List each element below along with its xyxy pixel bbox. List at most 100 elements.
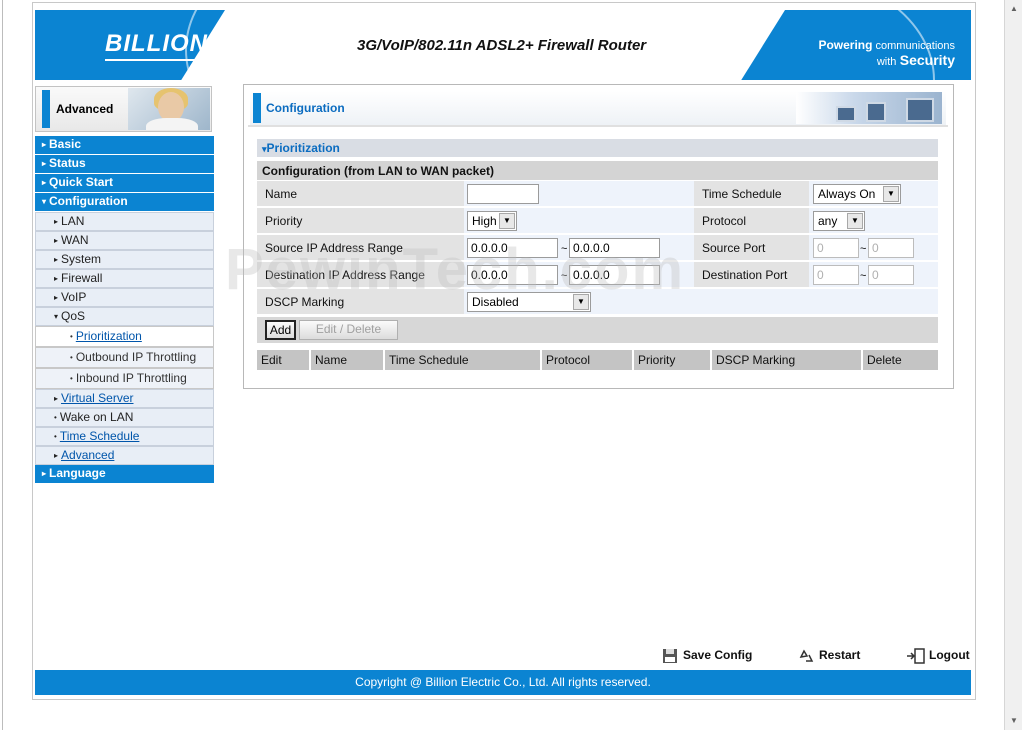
sidebar-item-inbound-ip-throttling[interactable]: • Inbound IP Throttling [35, 368, 214, 389]
priority-select[interactable]: High ▼ [467, 211, 517, 231]
triangle-right-icon: ▸ [54, 293, 59, 302]
exit-door-icon [907, 648, 925, 664]
form-row: Destination IP Address Range ~ Destinati… [257, 262, 938, 288]
form-row: Source IP Address Range ~ Source Port ~ [257, 235, 938, 261]
source-port-to-input[interactable] [868, 238, 914, 258]
triangle-right-icon: ▸ [54, 451, 59, 460]
form-actions: Add Edit / Delete [257, 317, 938, 343]
column-header: Edit [257, 350, 311, 370]
left-window-rule [2, 0, 3, 730]
sidebar-nav: ▸ Basic ▸ Status ▸ Quick Start ▾ Configurati… [35, 136, 214, 484]
sidebar-item-qos[interactable]: ▾ QoS [35, 307, 214, 326]
page-title: Configuration [266, 101, 345, 115]
sidebar-item-outbound-ip-throttling[interactable]: • Outbound IP Throttling [35, 347, 214, 368]
scroll-down-icon[interactable]: ▼ [1007, 714, 1021, 728]
sidebar-item-language[interactable]: ▸ Language [35, 465, 214, 484]
form-row: DSCP Marking Disabled ▼ [257, 289, 938, 315]
column-header: Name [311, 350, 385, 370]
restart-link[interactable]: Restart [819, 648, 860, 662]
sidebar-item-virtual-server[interactable]: ▸ Virtual Server [35, 389, 214, 408]
chevron-down-icon: ▼ [883, 186, 899, 202]
range-separator: ~ [561, 243, 568, 255]
range-separator: ~ [860, 270, 867, 282]
sidebar-item-status[interactable]: ▸ Status [35, 155, 214, 174]
sidebar-item-configuration[interactable]: ▾ Configuration [35, 193, 214, 212]
floppy-disk-icon [663, 649, 677, 663]
mode-accent-bar [42, 90, 50, 128]
form-row: Name Time Schedule Always On ▼ [257, 181, 938, 207]
source-ip-range-label: Source IP Address Range [257, 235, 464, 261]
sidebar-item-wan[interactable]: ▸ WAN [35, 231, 214, 250]
triangle-right-icon: ▸ [54, 274, 59, 283]
column-header: DSCP Marking [712, 350, 863, 370]
rules-table-header: Edit Name Time Schedule Protocol Priorit… [257, 350, 938, 370]
sidebar-item-quick-start[interactable]: ▸ Quick Start [35, 174, 214, 193]
triangle-right-icon: ▸ [54, 394, 59, 403]
dscp-marking-label: DSCP Marking [257, 289, 464, 315]
bullet-icon: • [54, 413, 57, 422]
column-header: Delete [863, 350, 938, 370]
dscp-marking-select[interactable]: Disabled ▼ [467, 292, 591, 312]
section-header[interactable]: ▾Prioritization [257, 139, 938, 157]
protocol-label: Protocol [694, 208, 809, 234]
tagline: Powering communications with Security [818, 38, 955, 68]
column-header: Protocol [542, 350, 634, 370]
sidebar-item-wake-on-lan[interactable]: • Wake on LAN [35, 408, 214, 427]
destination-port-to-input[interactable] [868, 265, 914, 285]
triangle-down-icon: ▾ [54, 312, 59, 321]
section-title: ▾Prioritization [262, 141, 340, 155]
protocol-select[interactable]: any ▼ [813, 211, 865, 231]
scroll-up-icon[interactable]: ▲ [1007, 2, 1021, 16]
destination-port-label: Destination Port [694, 262, 809, 288]
sidebar-item-time-schedule[interactable]: • Time Schedule [35, 427, 214, 446]
office-photo [796, 92, 942, 124]
page-header: Configuration [250, 91, 946, 125]
add-button[interactable]: Add [265, 320, 296, 340]
triangle-right-icon: ▸ [42, 159, 47, 168]
vertical-scrollbar[interactable]: ▲ ▼ [1004, 0, 1022, 730]
subsection-header: Configuration (from LAN to WAN packet) [257, 161, 938, 180]
sidebar-item-voip[interactable]: ▸ VoIP [35, 288, 214, 307]
product-title: 3G/VoIP/802.11n ADSL2+ Firewall Router [357, 37, 647, 54]
sidebar-item-basic[interactable]: ▸ Basic [35, 136, 214, 155]
edit-delete-button[interactable]: Edit / Delete [299, 320, 398, 340]
destination-ip-to-input[interactable] [569, 265, 660, 285]
name-label: Name [257, 181, 464, 207]
sidebar-item-system[interactable]: ▸ System [35, 250, 214, 269]
bullet-icon: • [70, 353, 73, 362]
source-ip-from-input[interactable] [467, 238, 558, 258]
destination-ip-from-input[interactable] [467, 265, 558, 285]
sidebar-item-firewall[interactable]: ▸ Firewall [35, 269, 214, 288]
copyright-bar: Copyright @ Billion Electric Co., Ltd. A… [35, 670, 971, 695]
subsection-title: Configuration (from LAN to WAN packet) [262, 164, 494, 178]
mode-indicator: Advanced [35, 86, 212, 132]
save-config-link[interactable]: Save Config [683, 648, 752, 662]
logo-underline [105, 59, 215, 61]
chevron-down-icon: ▼ [847, 213, 863, 229]
logout-link[interactable]: Logout [929, 648, 970, 662]
sidebar-item-advanced[interactable]: ▸ Advanced [35, 446, 214, 465]
destination-port-from-input[interactable] [813, 265, 859, 285]
billion-logo: BILLION [105, 30, 208, 57]
name-input[interactable] [467, 184, 539, 204]
triangle-right-icon: ▸ [42, 469, 47, 478]
time-schedule-select[interactable]: Always On ▼ [813, 184, 901, 204]
page-accent-bar [253, 93, 261, 123]
destination-ip-range-label: Destination IP Address Range [257, 262, 464, 288]
chevron-down-icon: ▼ [573, 294, 589, 310]
bullet-icon: • [70, 374, 73, 383]
priority-label: Priority [257, 208, 464, 234]
source-port-from-input[interactable] [813, 238, 859, 258]
sidebar-item-prioritization[interactable]: • Prioritization [35, 326, 214, 347]
sidebar-item-lan[interactable]: ▸ LAN [35, 212, 214, 231]
time-schedule-label: Time Schedule [694, 181, 809, 207]
bullet-icon: • [70, 332, 73, 341]
range-separator: ~ [860, 243, 867, 255]
header-banner: BILLION 3G/VoIP/802.11n ADSL2+ Firewall … [35, 10, 971, 80]
column-header: Time Schedule [385, 350, 542, 370]
mode-photo [128, 88, 210, 130]
triangle-right-icon: ▸ [54, 255, 59, 264]
source-ip-to-input[interactable] [569, 238, 660, 258]
recycle-icon [799, 649, 814, 662]
triangle-right-icon: ▸ [54, 217, 59, 226]
